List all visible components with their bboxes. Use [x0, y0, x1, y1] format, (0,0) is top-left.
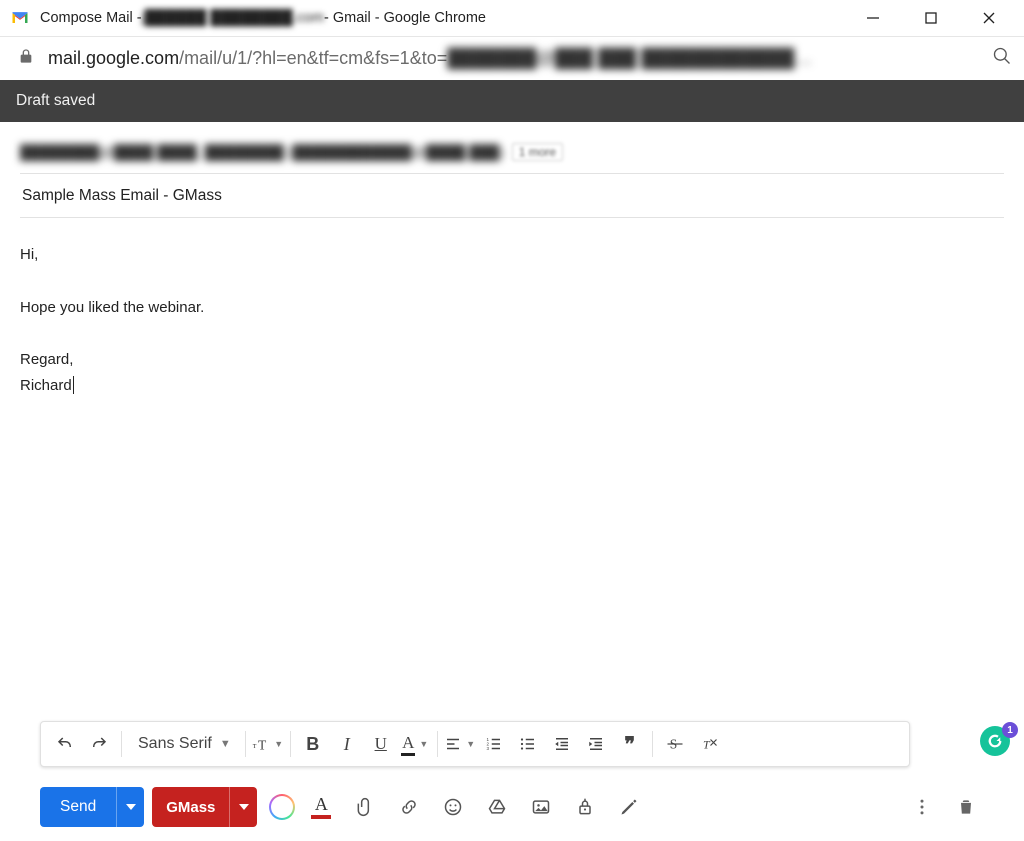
- svg-text:T: T: [703, 738, 711, 752]
- font-size-button[interactable]: тT ▼: [252, 727, 284, 761]
- font-family-select[interactable]: Sans Serif ▼: [128, 727, 239, 761]
- recipients-more-badge[interactable]: 1 more: [512, 143, 563, 161]
- indent-more-button[interactable]: [580, 727, 612, 761]
- insert-emoji-button[interactable]: [435, 787, 471, 827]
- strikethrough-button[interactable]: S: [659, 727, 691, 761]
- italic-button[interactable]: I: [331, 727, 363, 761]
- formatting-toolbar: Sans Serif ▼ тT ▼ B I U: [40, 721, 910, 767]
- bold-button[interactable]: B: [297, 727, 329, 761]
- body-line: Regard,: [20, 347, 1004, 373]
- url-params-blur: ███████@███ ███ ████████████…: [447, 48, 812, 69]
- compose-action-bar: Send GMass A: [20, 787, 1004, 841]
- insert-link-button[interactable]: [391, 787, 427, 827]
- lock-icon: [18, 48, 34, 69]
- body-line: Hi,: [20, 242, 1004, 268]
- chevron-down-icon: ▼: [220, 738, 231, 750]
- url-host: mail.google.com: [48, 48, 179, 69]
- window-title-suffix: - Gmail - Google Chrome: [324, 10, 486, 26]
- body-line: Hope you liked the webinar.: [20, 295, 1004, 321]
- draft-status-text: Draft saved: [16, 92, 95, 110]
- url-path: /mail/u/1/?hl=en&tf=cm&fs=1&to=: [179, 48, 447, 69]
- text-cursor: [73, 376, 74, 394]
- formatting-options-button[interactable]: A: [303, 787, 339, 827]
- gmail-logo-icon: [10, 8, 30, 28]
- body-line: Richard: [20, 377, 72, 394]
- window-close-button[interactable]: [960, 0, 1018, 36]
- draft-status-bar: Draft saved: [0, 80, 1024, 122]
- insert-photo-button[interactable]: [523, 787, 559, 827]
- quote-button[interactable]: ❞: [614, 727, 646, 761]
- indent-less-button[interactable]: [546, 727, 578, 761]
- window-maximize-button[interactable]: [902, 0, 960, 36]
- text-color-button[interactable]: A ▼: [399, 727, 431, 761]
- svg-text:3: 3: [486, 746, 489, 751]
- grammarly-badge: 1: [1002, 722, 1018, 738]
- send-options-button[interactable]: [116, 787, 144, 827]
- undo-button[interactable]: [49, 727, 81, 761]
- recipients-field[interactable]: ████████@████ ████, ████████ (██████████…: [20, 130, 1004, 174]
- text-color-bar: [311, 815, 331, 819]
- window-titlebar: Compose Mail - j██████ ████████.com - Gm…: [0, 0, 1024, 36]
- remove-formatting-button[interactable]: T: [693, 727, 725, 761]
- window-title-prefix: Compose Mail -: [40, 10, 142, 26]
- gmass-options-button[interactable]: [229, 787, 257, 827]
- insert-signature-button[interactable]: [611, 787, 647, 827]
- browser-address-bar[interactable]: mail.google.com /mail/u/1/?hl=en&tf=cm&f…: [0, 36, 1024, 80]
- insert-drive-button[interactable]: [479, 787, 515, 827]
- attach-file-button[interactable]: [347, 787, 383, 827]
- bulleted-list-button[interactable]: [512, 727, 544, 761]
- svg-text:т: т: [253, 741, 257, 750]
- recipients-value: ████████@████ ████, ████████ (██████████…: [20, 144, 504, 160]
- align-button[interactable]: ▼: [444, 727, 476, 761]
- subject-input[interactable]: [20, 186, 1004, 206]
- gmass-button[interactable]: GMass: [152, 787, 229, 827]
- send-button[interactable]: Send: [40, 787, 116, 827]
- email-body-editor[interactable]: Hi, Hope you liked the webinar. Regard, …: [20, 218, 1004, 518]
- window-title-email: j██████ ████████.com: [142, 10, 325, 26]
- underline-button[interactable]: U: [365, 727, 397, 761]
- more-options-button[interactable]: [904, 787, 940, 827]
- subject-field[interactable]: [20, 174, 1004, 218]
- font-family-label: Sans Serif: [138, 735, 212, 753]
- discard-draft-button[interactable]: [948, 787, 984, 827]
- numbered-list-button[interactable]: 123: [478, 727, 510, 761]
- window-minimize-button[interactable]: [844, 0, 902, 36]
- zoom-icon[interactable]: [992, 46, 1012, 71]
- svg-text:T: T: [258, 737, 267, 752]
- extension-ring-icon[interactable]: [269, 794, 295, 820]
- confidential-mode-button[interactable]: [567, 787, 603, 827]
- grammarly-widget[interactable]: 1: [980, 726, 1014, 760]
- redo-button[interactable]: [83, 727, 115, 761]
